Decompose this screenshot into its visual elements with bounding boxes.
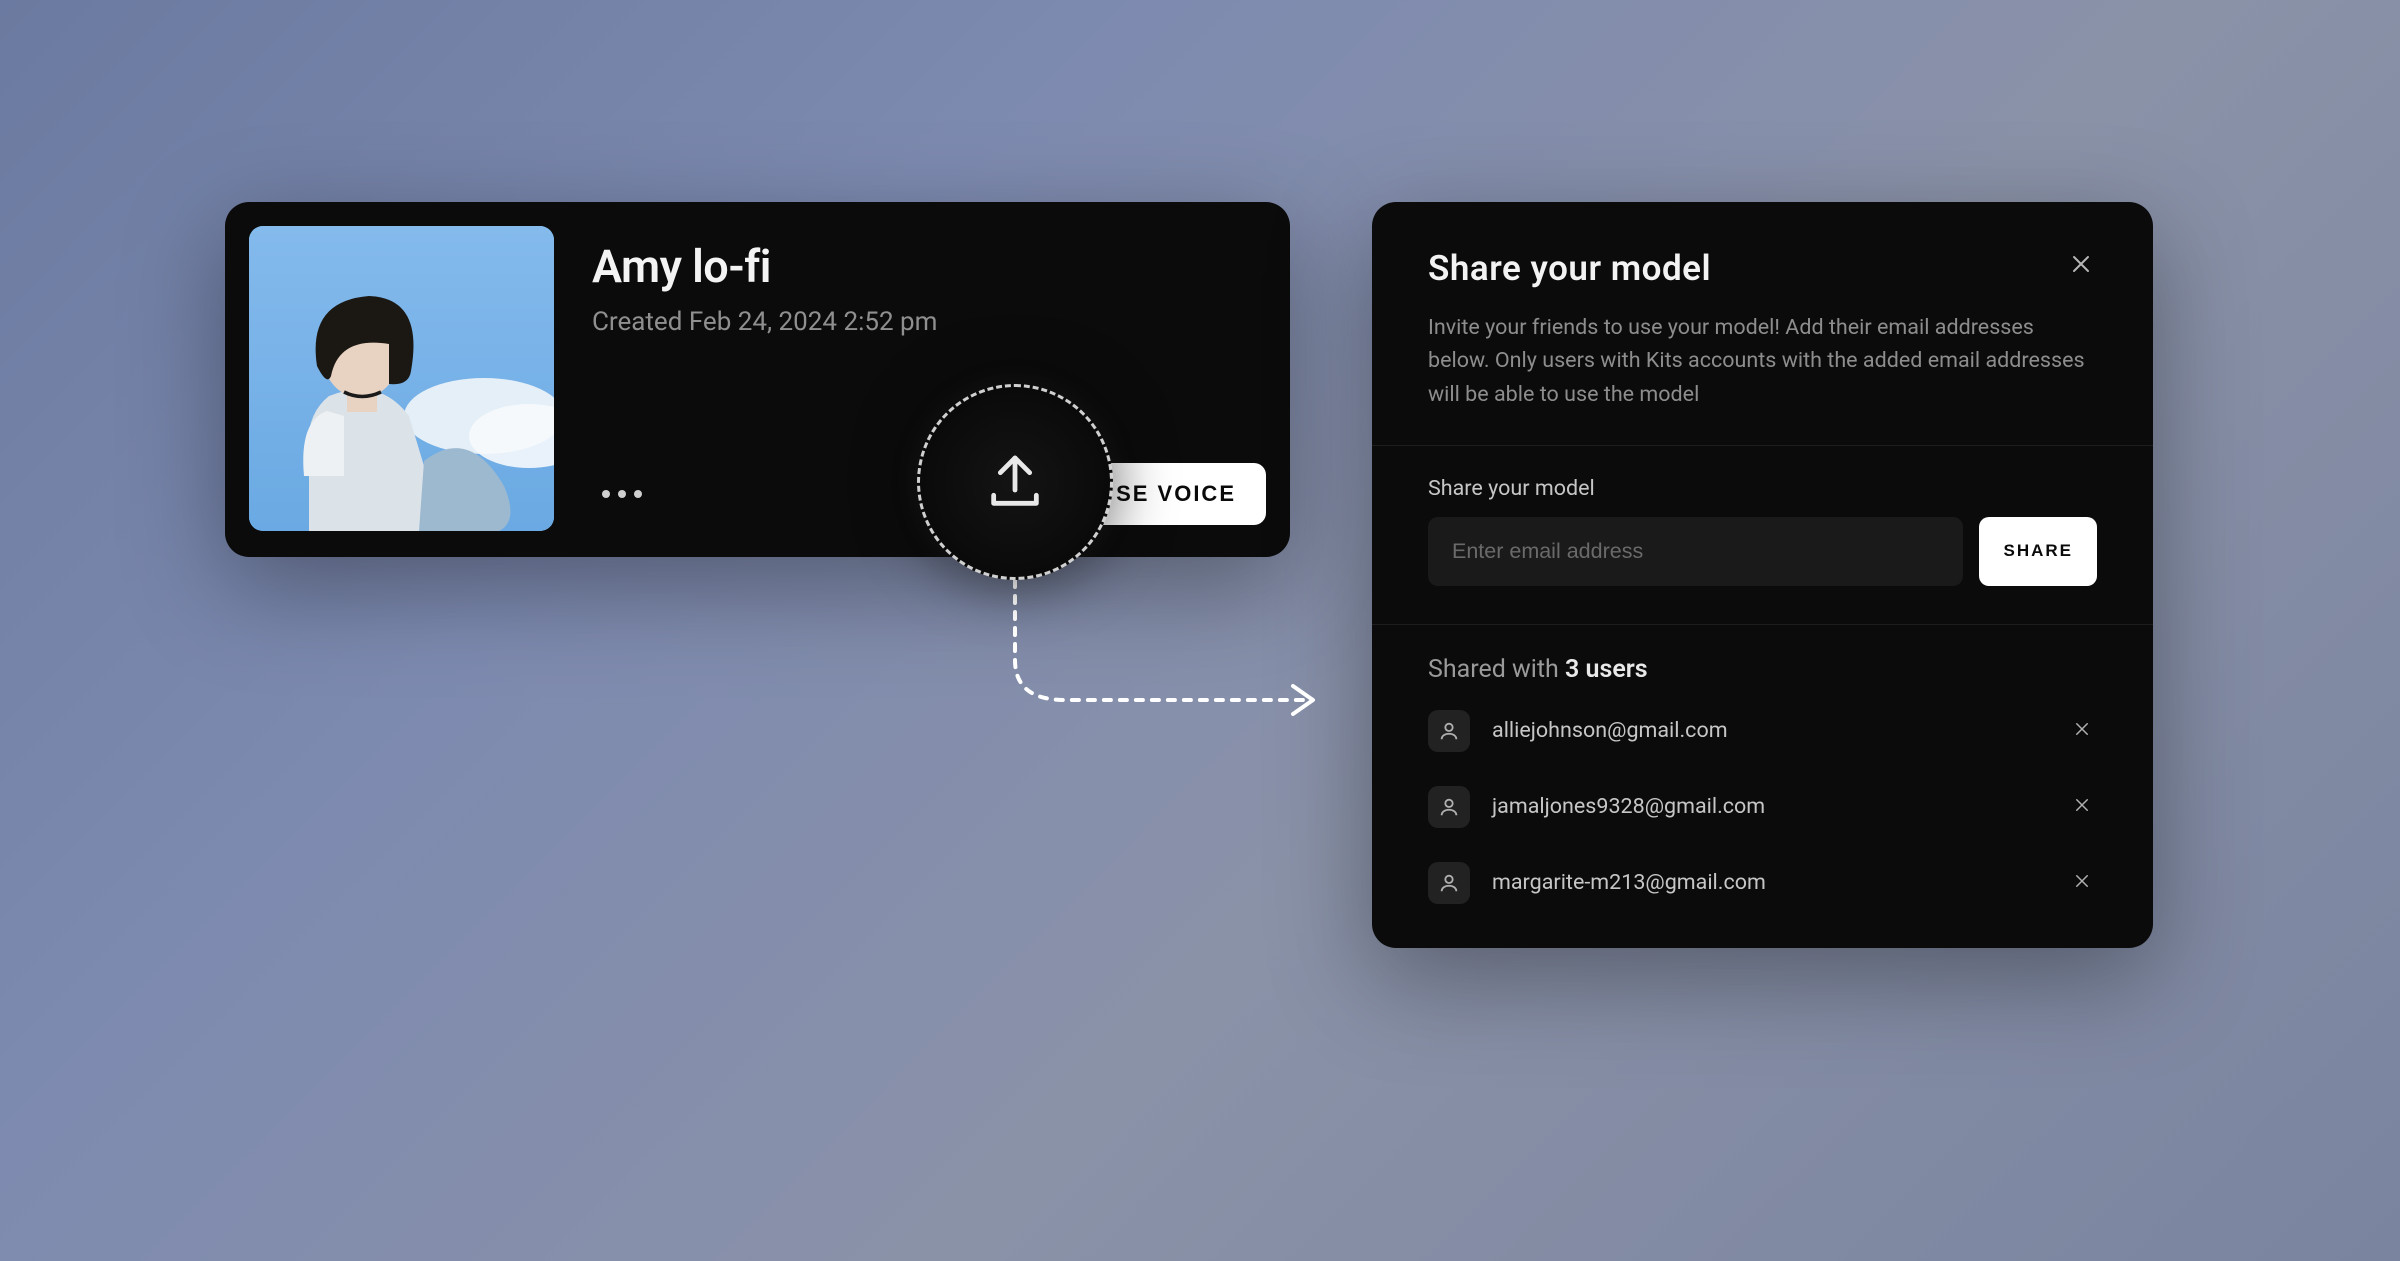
- user-email: jamaljones9328@gmail.com: [1492, 794, 2045, 819]
- use-voice-button[interactable]: SE VOICE: [1086, 463, 1266, 525]
- shared-with-suffix: users: [1579, 655, 1647, 684]
- user-avatar: [1428, 786, 1470, 828]
- share-panel-header: Share your model Invite your friends to …: [1372, 202, 2153, 445]
- upload-icon: [983, 450, 1047, 514]
- ellipsis-icon: [602, 490, 642, 498]
- person-icon: [1438, 720, 1460, 742]
- remove-user-button[interactable]: [2067, 714, 2097, 747]
- user-email: margarite-m213@gmail.com: [1492, 870, 2045, 895]
- person-icon: [1438, 796, 1460, 818]
- close-icon: [2073, 796, 2091, 814]
- share-button[interactable]: SHARE: [1979, 517, 2097, 586]
- share-panel-description: Invite your friends to use your model! A…: [1428, 311, 2097, 411]
- model-title: Amy lo-fi: [592, 240, 1266, 293]
- more-options-button[interactable]: [592, 480, 652, 508]
- share-model-panel: Share your model Invite your friends to …: [1372, 202, 2153, 948]
- thumbnail-illustration: [249, 226, 554, 531]
- shared-count: 3: [1565, 655, 1579, 684]
- remove-user-button[interactable]: [2067, 866, 2097, 899]
- close-button[interactable]: [2065, 248, 2097, 283]
- shared-with-prefix: Shared with: [1428, 655, 1565, 684]
- connector-arrow: [995, 580, 1335, 740]
- upload-share-bubble[interactable]: [917, 384, 1113, 580]
- close-icon: [2073, 720, 2091, 738]
- shared-with-heading: Shared with 3 users: [1428, 655, 2097, 684]
- user-email: alliejohnson@gmail.com: [1492, 718, 2045, 743]
- shared-user-row: alliejohnson@gmail.com: [1428, 710, 2097, 752]
- shared-users-list: alliejohnson@gmail.com jamaljones9328@gm…: [1428, 710, 2097, 904]
- close-icon: [2073, 872, 2091, 890]
- user-avatar: [1428, 710, 1470, 752]
- model-card: Amy lo-fi Created Feb 24, 2024 2:52 pm S…: [225, 202, 1290, 557]
- user-avatar: [1428, 862, 1470, 904]
- shared-user-row: margarite-m213@gmail.com: [1428, 862, 2097, 904]
- shared-user-row: jamaljones9328@gmail.com: [1428, 786, 2097, 828]
- email-input[interactable]: [1428, 517, 1963, 586]
- shared-users-section: Shared with 3 users alliejohnson@gmail.c…: [1372, 625, 2153, 948]
- share-panel-title: Share your model: [1428, 248, 1711, 289]
- remove-user-button[interactable]: [2067, 790, 2097, 823]
- person-icon: [1438, 872, 1460, 894]
- model-created-date: Created Feb 24, 2024 2:52 pm: [592, 307, 1266, 337]
- model-thumbnail: [249, 226, 554, 531]
- email-input-label: Share your model: [1428, 476, 2097, 501]
- close-icon: [2069, 252, 2093, 276]
- share-input-section: Share your model SHARE: [1372, 446, 2153, 624]
